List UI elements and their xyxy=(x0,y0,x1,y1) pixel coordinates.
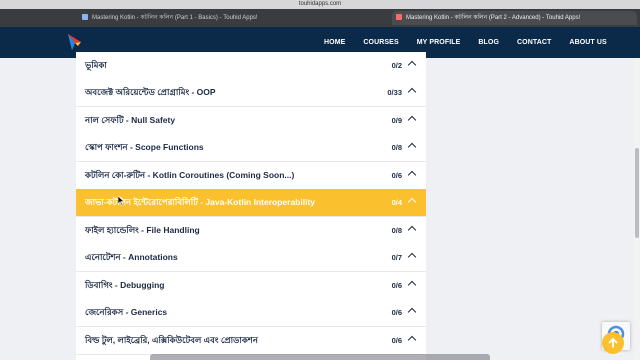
browser-tab-active[interactable]: Mastering Kotlin - কটলিন কলিন (Part 2 - … xyxy=(392,11,637,25)
section-row-active[interactable]: জাভা-কটলিন ইন্টেরোপেরাবিলিটি - Java-Kotl… xyxy=(76,189,426,217)
chevron-up-icon[interactable] xyxy=(407,335,417,345)
chevron-up-icon[interactable] xyxy=(407,142,417,152)
section-progress: 0/8 xyxy=(391,226,402,235)
browser-tab[interactable]: Mastering Kotlin - কটলিন কলিন (Part 1 - … xyxy=(78,11,318,25)
tab-title: Mastering Kotlin - কটলিন কলিন (Part 2 - … xyxy=(406,15,581,21)
section-title: কটলিন কো-রুটিন - Kotlin Coroutines (Comi… xyxy=(85,170,295,180)
favicon-icon xyxy=(82,14,88,21)
menu-item-contact[interactable]: CONTACT xyxy=(517,39,551,46)
section-title: স্কোপ ফাংশন - Scope Functions xyxy=(85,142,204,152)
menu-item-my-profile[interactable]: MY PROFILE xyxy=(417,39,461,46)
section-row[interactable]: এনোটেশন - Annotations 0/7 xyxy=(76,244,426,272)
scrollbar-thumb[interactable] xyxy=(635,148,639,238)
section-progress: 0/6 xyxy=(391,336,402,345)
section-progress: 0/33 xyxy=(387,88,402,97)
page-scrollbar[interactable] xyxy=(634,58,640,360)
browser-chrome: touhidapps.com Mastering Kotlin - কটলিন … xyxy=(0,0,640,27)
tab-title: Mastering Kotlin - কটলিন কলিন (Part 1 - … xyxy=(92,15,258,21)
section-title: ডিবাগিং - Debugging xyxy=(85,280,165,290)
section-progress: 0/6 xyxy=(391,308,402,317)
section-progress: 0/2 xyxy=(391,61,402,70)
section-row[interactable]: অবজেক্ট অরিয়েন্টেড প্রোগ্রামিং - OOP 0/… xyxy=(76,79,426,107)
section-row[interactable]: ভূমিকা 0/2 xyxy=(76,52,426,80)
menu-item-blog[interactable]: BLOG xyxy=(478,39,499,46)
curriculum-panel: ভূমিকা 0/2 অবজেক্ট অরিয়েন্টেড প্রোগ্রাম… xyxy=(76,52,426,360)
section-row[interactable]: ডিবাগিং - Debugging 0/6 xyxy=(76,272,426,300)
section-title: এনোটেশন - Annotations xyxy=(85,252,178,262)
chevron-up-icon[interactable] xyxy=(407,307,417,317)
chevron-up-icon[interactable] xyxy=(407,197,417,207)
section-row[interactable]: বিল্ড টুল, লাইব্রেরি, এক্সিকিউটেবল এবং প… xyxy=(76,327,426,355)
menu-item-home[interactable]: HOME xyxy=(324,39,345,46)
favicon-icon xyxy=(396,14,402,21)
section-row[interactable]: নাল সেফটি - Null Safety 0/9 xyxy=(76,107,426,135)
section-title: বিল্ড টুল, লাইব্রেরি, এক্সিকিউটেবল এবং প… xyxy=(85,335,258,345)
chevron-up-icon[interactable] xyxy=(407,60,417,70)
browser-tabs: Mastering Kotlin - কটলিন কলিন (Part 1 - … xyxy=(0,9,640,27)
chevron-up-icon[interactable] xyxy=(407,170,417,180)
section-progress: 0/4 xyxy=(391,198,402,207)
menu-item-about-us[interactable]: ABOUT US xyxy=(569,39,606,46)
section-row[interactable]: স্কোপ ফাংশন - Scope Functions 0/8 xyxy=(76,134,426,162)
os-dock xyxy=(150,354,490,360)
chevron-up-icon[interactable] xyxy=(407,115,417,125)
section-title: অবজেক্ট অরিয়েন্টেড প্রোগ্রামিং - OOP xyxy=(85,87,216,97)
menu-item-courses[interactable]: COURSES xyxy=(363,39,398,46)
section-progress: 0/8 xyxy=(391,143,402,152)
section-progress: 0/6 xyxy=(391,281,402,290)
section-row[interactable]: কটলিন কো-রুটিন - Kotlin Coroutines (Comi… xyxy=(76,162,426,190)
section-row[interactable]: ফাইল হ্যান্ডেলিং - File Handling 0/8 xyxy=(76,217,426,245)
section-title: জেনেরিকস - Generics xyxy=(85,307,168,317)
section-title: ফাইল হ্যান্ডেলিং - File Handling xyxy=(85,225,200,235)
url-text: touhidapps.com xyxy=(298,1,342,7)
scroll-to-top-button[interactable] xyxy=(602,332,624,354)
section-title: নাল সেফটি - Null Safety xyxy=(85,115,176,125)
chevron-up-icon[interactable] xyxy=(407,225,417,235)
address-bar[interactable]: touhidapps.com xyxy=(0,0,640,9)
section-progress: 0/7 xyxy=(391,253,402,262)
chevron-up-icon[interactable] xyxy=(407,87,417,97)
mouse-cursor-icon xyxy=(118,196,125,206)
section-row[interactable]: জেনেরিকস - Generics 0/6 xyxy=(76,299,426,327)
section-progress: 0/9 xyxy=(391,116,402,125)
chevron-up-icon[interactable] xyxy=(407,280,417,290)
section-progress: 0/6 xyxy=(391,171,402,180)
arrow-up-icon xyxy=(608,337,618,348)
logo-icon xyxy=(68,34,81,50)
section-title: ভূমিকা xyxy=(85,60,107,70)
chevron-up-icon[interactable] xyxy=(407,252,417,262)
